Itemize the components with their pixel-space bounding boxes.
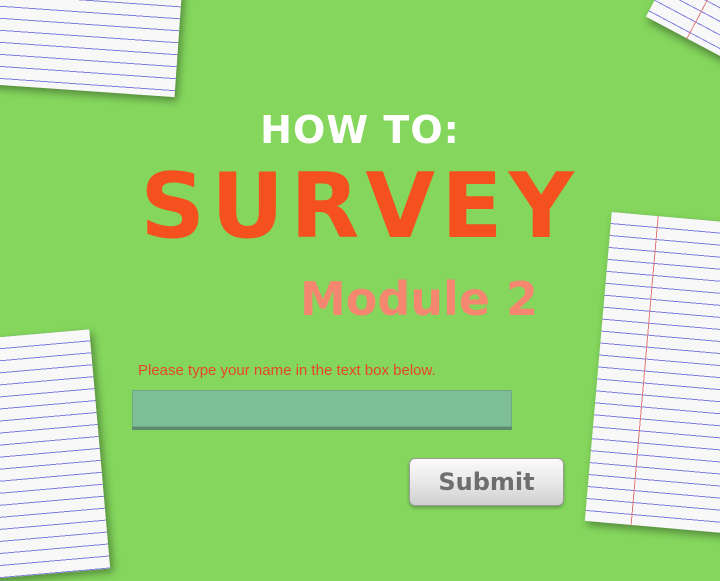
name-prompt-label: Please type your name in the text box be… bbox=[138, 362, 436, 379]
heading-how-to: HOW TO: bbox=[260, 108, 460, 152]
lined-paper-decoration bbox=[0, 0, 185, 98]
module-subtitle: Module 2 bbox=[300, 272, 539, 326]
lined-paper-decoration bbox=[0, 329, 111, 581]
submit-button[interactable]: Submit bbox=[409, 458, 564, 506]
lined-paper-decoration bbox=[645, 0, 720, 73]
page-title: SURVEY bbox=[140, 154, 580, 259]
name-input[interactable] bbox=[132, 390, 512, 430]
